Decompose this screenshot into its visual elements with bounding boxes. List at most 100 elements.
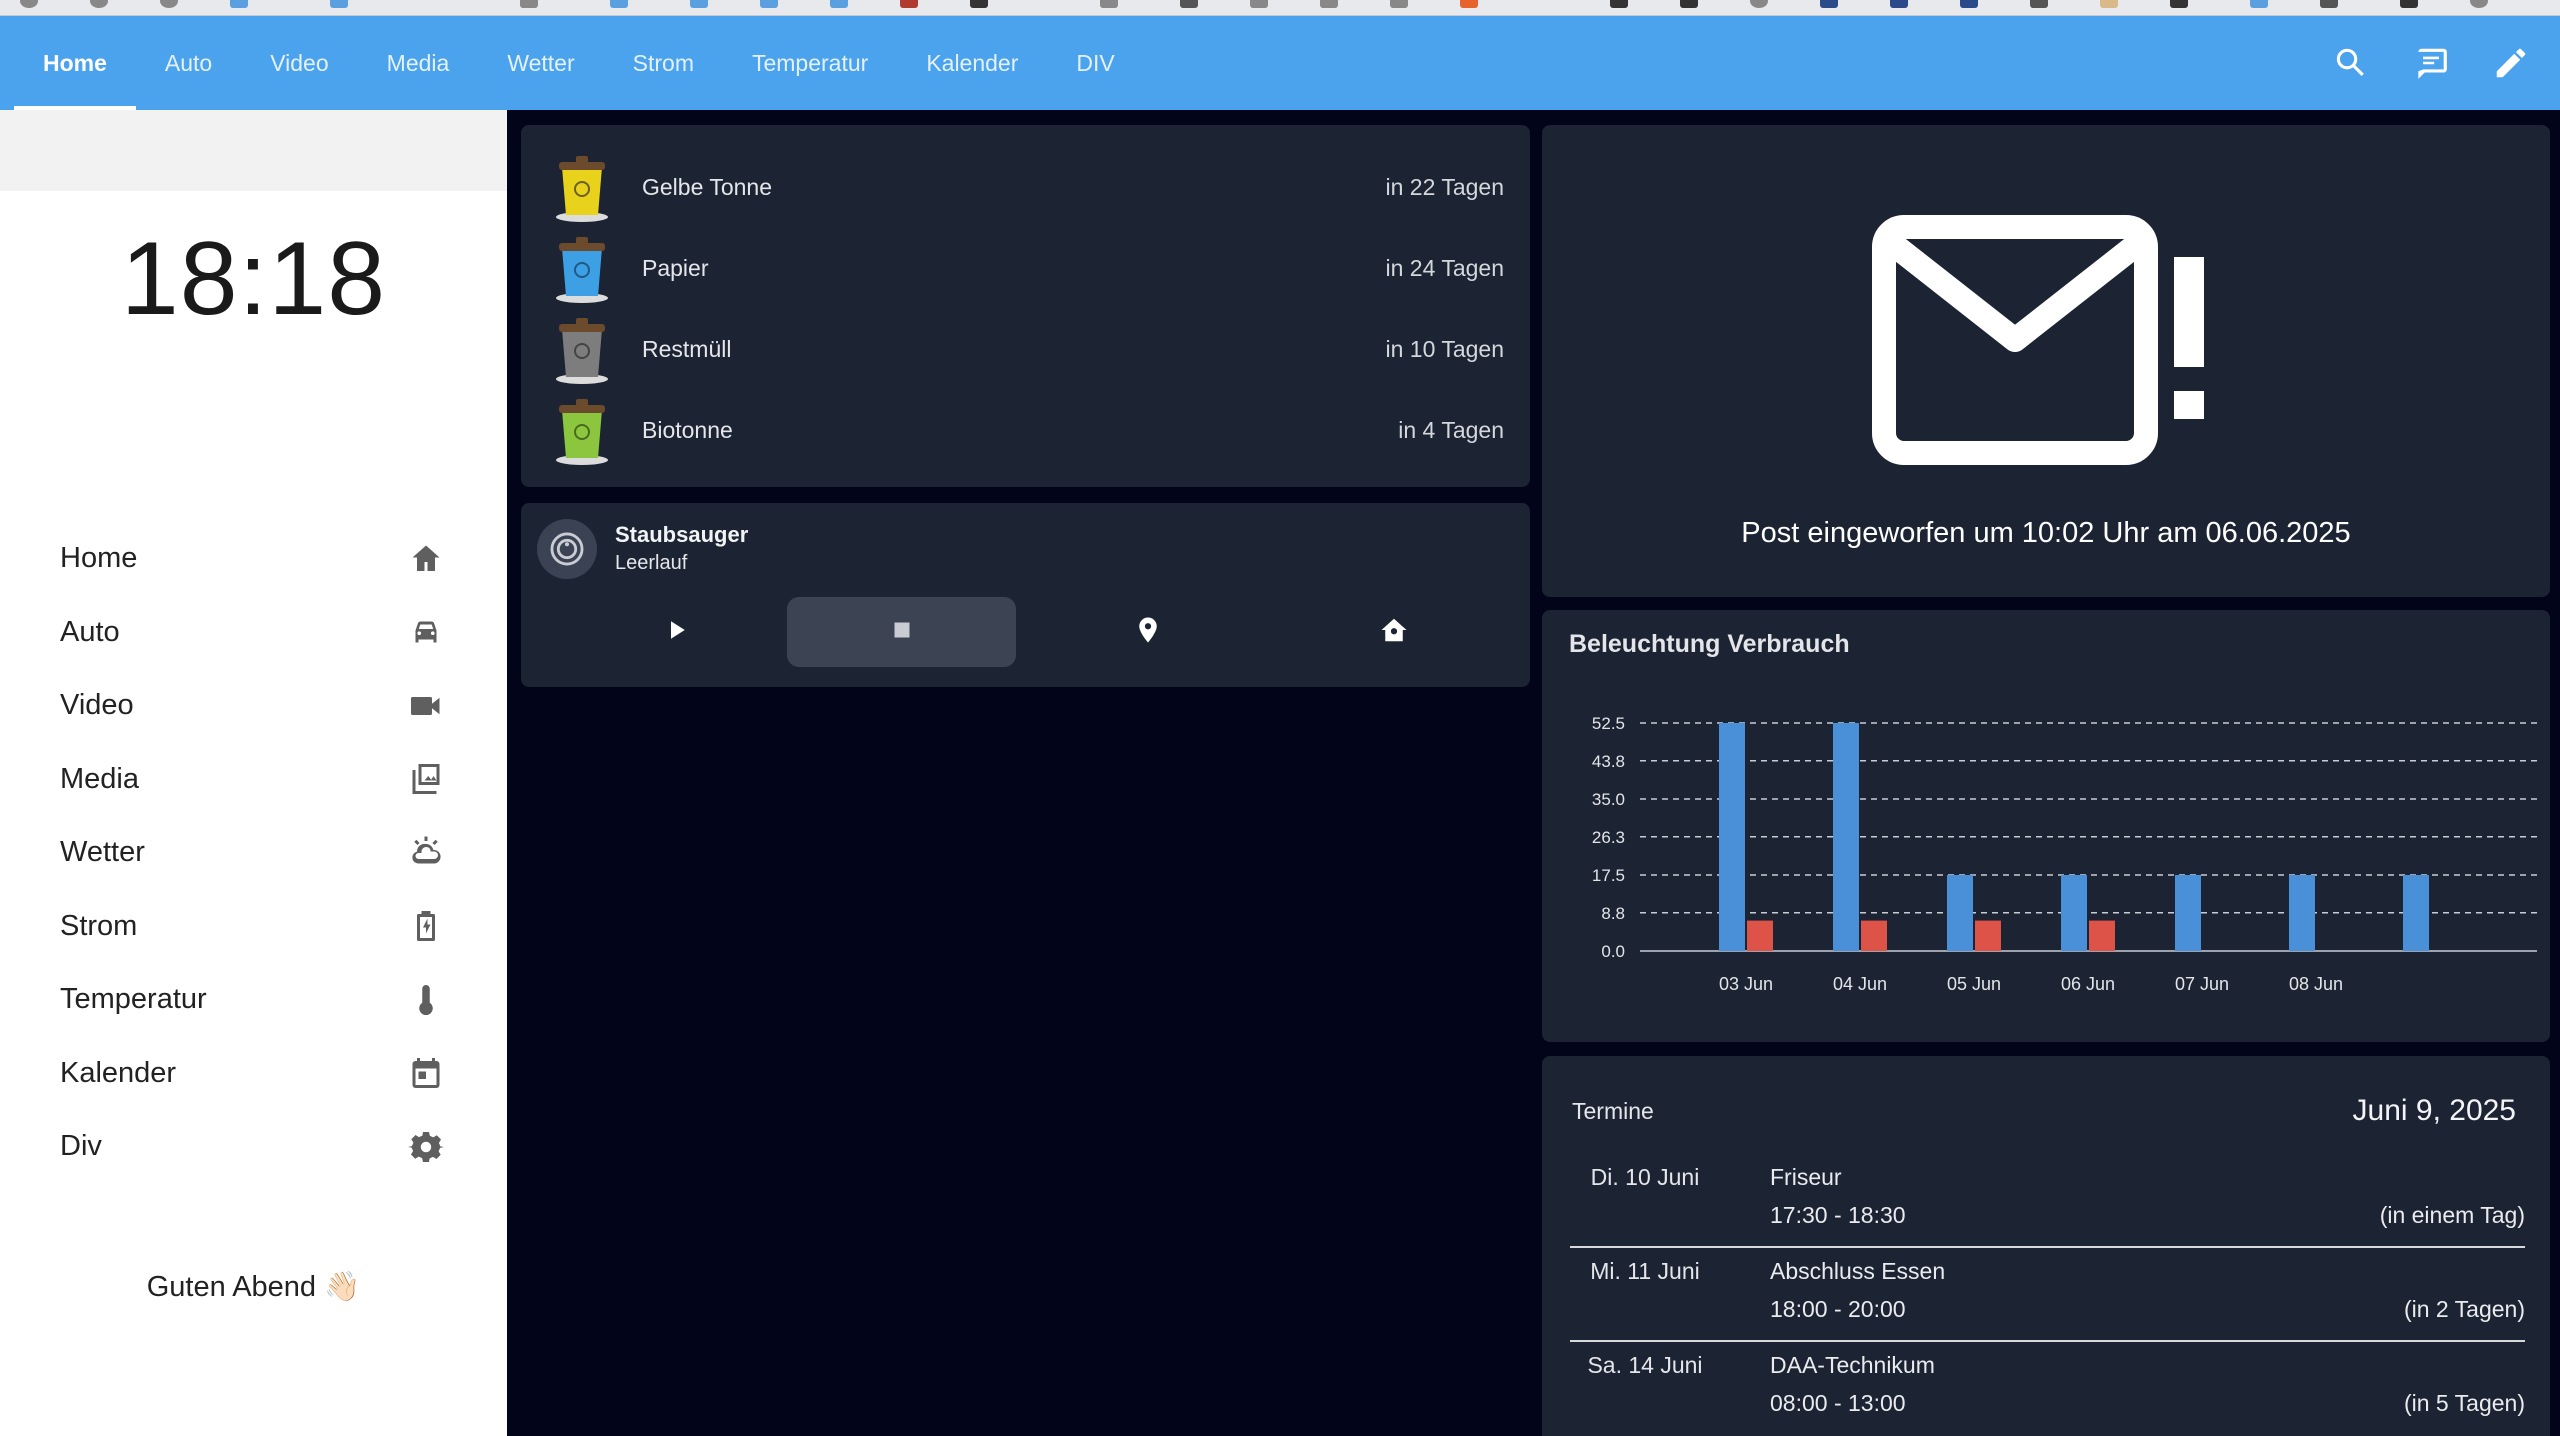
waste-row-biotonne[interactable]: Biotonne in 4 Tagen	[554, 390, 1504, 470]
sidebar-item-home[interactable]: Home	[60, 522, 444, 596]
waste-row-restmuell[interactable]: Restmüll in 10 Tagen	[554, 309, 1504, 389]
sidebar-item-auto[interactable]: Auto	[60, 596, 444, 670]
y-tick-label: 35.0	[1592, 790, 1625, 809]
calendar-event[interactable]: Mi. 11 Juni Abschluss Essen 18:00 - 20:0…	[1570, 1248, 2525, 1342]
tab-div[interactable]: DIV	[1047, 16, 1143, 110]
bar-series-1	[1833, 723, 1859, 951]
bookmark-icon[interactable]	[230, 0, 248, 8]
tab-video[interactable]: Video	[241, 16, 357, 110]
bookmark-icon[interactable]	[1100, 0, 1118, 8]
sidebar-item-media[interactable]: Media	[60, 743, 444, 817]
tab-home[interactable]: Home	[14, 16, 136, 110]
bar-series-2	[2089, 920, 2115, 951]
bookmark-icon[interactable]	[2320, 0, 2338, 8]
vacuum-start-button[interactable]	[561, 597, 790, 667]
calendar-event[interactable]: Sa. 14 Juni DAA-Technikum 08:00 - 13:00 …	[1570, 1342, 2525, 1436]
bar-chart: 0.0 8.8 17.5 26.3 35.0 43.8 52.5 03 Jun 04 Jun 05…	[1592, 714, 2537, 994]
sidebar-item-kalender[interactable]: Kalender	[60, 1037, 444, 1111]
car-icon	[408, 614, 444, 650]
search-icon[interactable]	[2332, 44, 2370, 82]
sidebar-top-strip	[0, 110, 507, 191]
sidebar-item-wetter[interactable]: Wetter	[60, 816, 444, 890]
mailbox-card[interactable]: Post eingeworfen um 10:02 Uhr am 06.06.2…	[1542, 125, 2550, 597]
sidebar-item-label: Media	[60, 762, 139, 795]
vacuum-locate-button[interactable]	[1033, 597, 1262, 667]
robot-vacuum-icon[interactable]	[537, 519, 597, 579]
bookmark-icon[interactable]	[330, 0, 348, 8]
vacuum-state: Leerlauf	[615, 552, 688, 574]
sidebar-item-label: Video	[60, 689, 134, 722]
waste-days: in 10 Tagen	[1385, 335, 1504, 362]
event-title: Friseur	[1770, 1164, 1842, 1190]
tab-wetter[interactable]: Wetter	[478, 16, 603, 110]
bookmark-icon[interactable]	[2170, 0, 2188, 8]
bookmark-icon[interactable]	[1250, 0, 1268, 8]
bookmark-icon[interactable]	[1680, 0, 1698, 8]
bookmark-icon[interactable]	[520, 0, 538, 8]
bookmark-icon[interactable]	[90, 0, 108, 8]
sidebar-item-strom[interactable]: Strom	[60, 890, 444, 964]
waste-row-papier[interactable]: Papier in 24 Tagen	[554, 228, 1504, 308]
bookmark-icon[interactable]	[830, 0, 848, 8]
pencil-icon[interactable]	[2492, 44, 2530, 82]
bookmark-icon[interactable]	[760, 0, 778, 8]
sidebar-item-label: Kalender	[60, 1056, 177, 1089]
event-title: Abschluss Essen	[1770, 1258, 1946, 1284]
bar-series-2	[1747, 920, 1773, 951]
weather-icon	[408, 835, 444, 871]
bookmark-icon[interactable]	[20, 0, 38, 8]
calendar-current-date: Juni 9, 2025	[2352, 1094, 2516, 1127]
vacuum-stop-button[interactable]	[787, 597, 1016, 667]
stop-icon	[887, 615, 917, 650]
y-tick-label: 0.0	[1601, 942, 1625, 961]
bookmark-icon[interactable]	[900, 0, 918, 8]
bookmark-icon[interactable]	[1890, 0, 1908, 8]
calendar-event[interactable]: Di. 10 Juni Friseur 17:30 - 18:30 (in ei…	[1570, 1154, 2525, 1248]
clock: 18:18	[120, 221, 387, 337]
bookmark-icon[interactable]	[2030, 0, 2048, 8]
tab-strom[interactable]: Strom	[604, 16, 723, 110]
bookmark-icon[interactable]	[160, 0, 178, 8]
tab-media[interactable]: Media	[358, 16, 479, 110]
bar-series-1	[2175, 875, 2201, 951]
bookmark-icon[interactable]	[1610, 0, 1628, 8]
y-tick-label: 26.3	[1592, 828, 1625, 847]
view-tabs: Home Auto Video Media Wetter Strom Tempe…	[14, 16, 1144, 110]
event-title: DAA-Technikum	[1770, 1352, 1935, 1378]
cog-icon	[408, 1129, 444, 1165]
sidebar-item-div[interactable]: Div	[60, 1110, 444, 1184]
bookmark-icon[interactable]	[1390, 0, 1408, 8]
sidebar-panel: 18:18 Home Auto Video Media Wetter Strom…	[0, 110, 507, 1436]
tab-auto[interactable]: Auto	[136, 16, 241, 110]
bar-series-1	[2061, 875, 2087, 951]
waste-row-gelbe-tonne[interactable]: Gelbe Tonne in 22 Tagen	[554, 147, 1504, 227]
bookmark-icon[interactable]	[610, 0, 628, 8]
green-bin-icon	[556, 399, 608, 465]
event-time: 17:30 - 18:30	[1770, 1202, 1906, 1228]
sidebar-item-label: Temperatur	[60, 983, 207, 1016]
app-header: Home Auto Video Media Wetter Strom Tempe…	[0, 16, 2560, 110]
bookmark-icon[interactable]	[690, 0, 708, 8]
tab-kalender[interactable]: Kalender	[897, 16, 1047, 110]
bookmark-icon[interactable]	[2100, 0, 2118, 8]
y-tick-label: 17.5	[1592, 866, 1625, 885]
sidebar-item-temperatur[interactable]: Temperatur	[60, 963, 444, 1037]
chat-icon[interactable]	[2412, 44, 2450, 82]
bookmark-icon[interactable]	[1820, 0, 1838, 8]
waste-days: in 24 Tagen	[1385, 254, 1504, 281]
bookmark-icon[interactable]	[1960, 0, 1978, 8]
tab-temperatur[interactable]: Temperatur	[723, 16, 897, 110]
bookmark-icon[interactable]	[2470, 0, 2488, 8]
bookmark-icon[interactable]	[2250, 0, 2268, 8]
bookmark-icon[interactable]	[970, 0, 988, 8]
sidebar-item-video[interactable]: Video	[60, 669, 444, 743]
bookmark-icon[interactable]	[1750, 0, 1768, 8]
blue-bin-icon	[556, 237, 608, 303]
home-icon	[408, 541, 444, 577]
bookmark-icon[interactable]	[1180, 0, 1198, 8]
bookmark-icon[interactable]	[2400, 0, 2418, 8]
vacuum-return-home-button[interactable]	[1279, 597, 1508, 667]
event-day: Sa. 14 Juni	[1587, 1352, 1703, 1378]
bookmark-icon[interactable]	[1460, 0, 1478, 8]
bookmark-icon[interactable]	[1320, 0, 1338, 8]
